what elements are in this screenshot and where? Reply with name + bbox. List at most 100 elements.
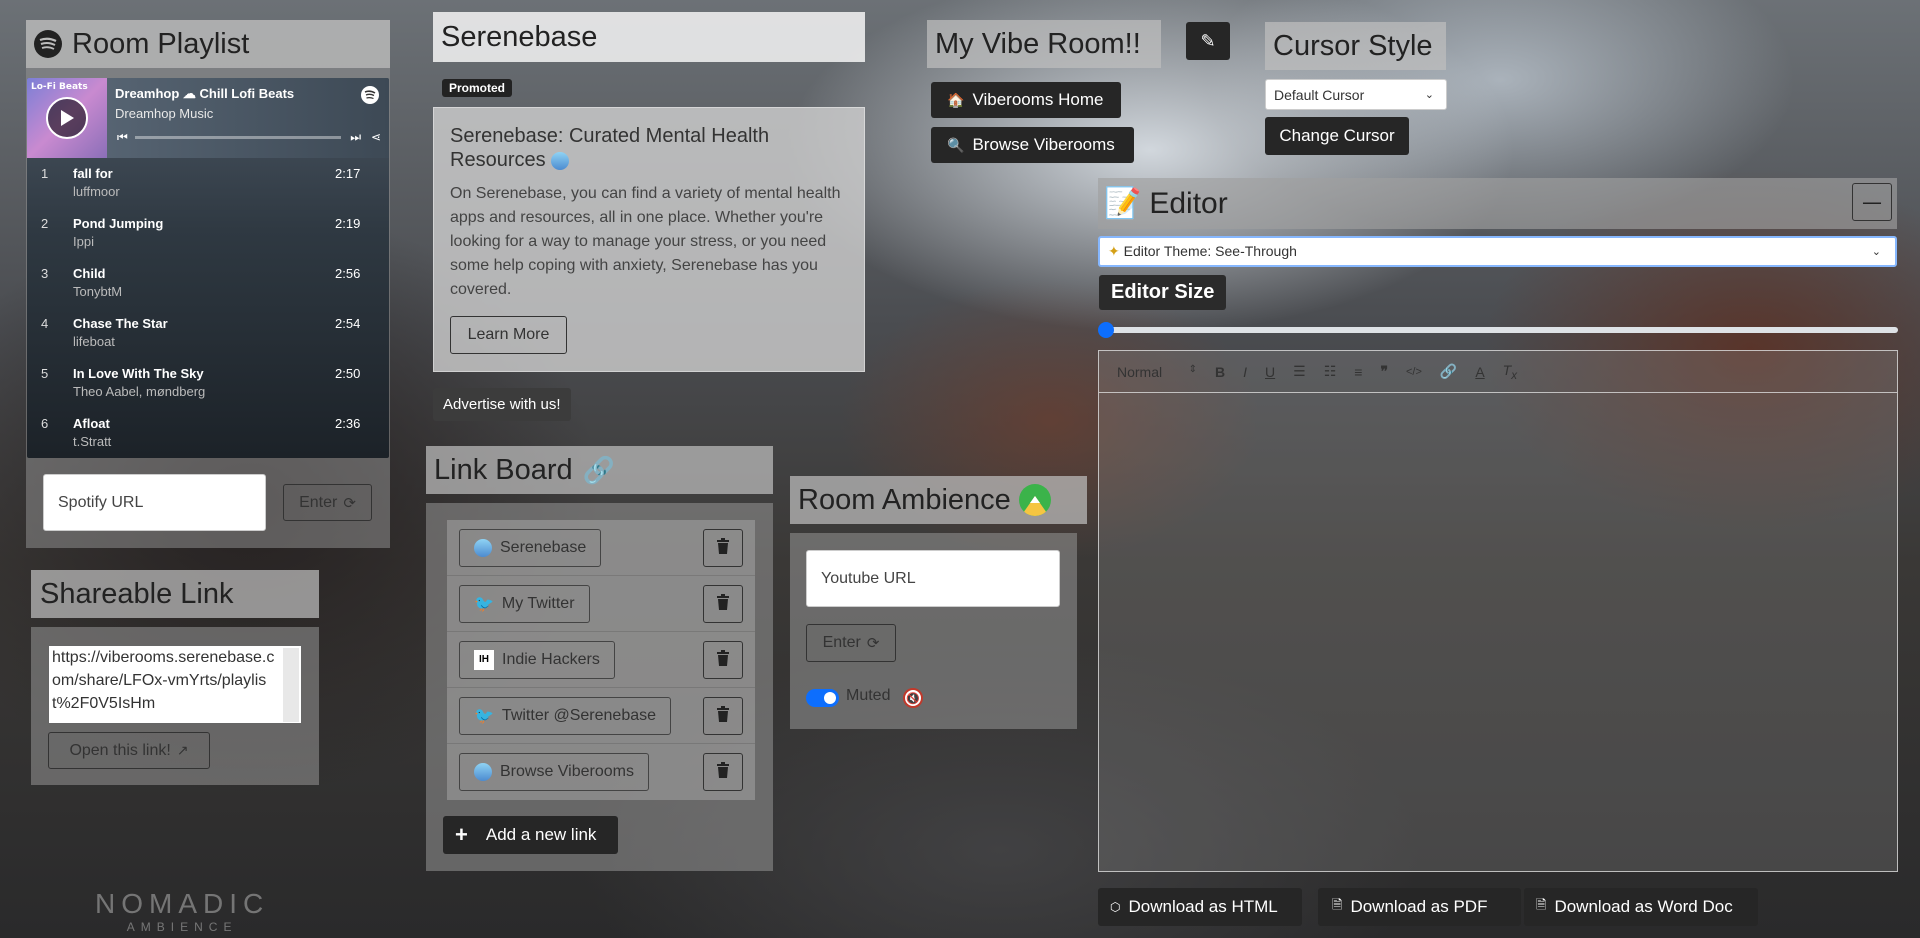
chevron-down-icon: ⌄ <box>1424 89 1434 101</box>
track-artist: TonybtM <box>73 284 123 299</box>
delete-link-button[interactable] <box>703 753 743 791</box>
pdf-file-icon: 🗎 <box>1332 897 1343 912</box>
sparkle-icon: ✦ <box>1108 243 1120 259</box>
code-icon[interactable]: </> <box>1406 366 1422 378</box>
minimize-editor-button[interactable]: — <box>1852 183 1892 221</box>
track-artist: Ippi <box>73 234 94 249</box>
muted-speaker-icon: 🔇 <box>903 688 923 708</box>
spotify-url-input[interactable]: Spotify URL <box>43 474 266 531</box>
house-icon: 🏠 <box>947 91 965 108</box>
play-button[interactable] <box>46 97 88 139</box>
format-select[interactable]: Normal ⇕ <box>1117 364 1197 380</box>
textarea-scrollbar[interactable] <box>283 648 299 722</box>
track-number: 1 <box>41 166 49 181</box>
learn-more-button[interactable]: Learn More <box>450 316 567 354</box>
italic-icon[interactable]: I <box>1243 364 1247 380</box>
cursor-select[interactable]: Default Cursor ⌄ <box>1265 79 1447 110</box>
advertise-button[interactable]: Advertise with us! <box>433 388 571 421</box>
youtube-enter-button[interactable]: Enter ⟳ <box>806 624 896 662</box>
open-link-button[interactable]: Open this link! ↗ <box>48 732 210 769</box>
browse-viberooms-button[interactable]: 🔍 Browse Viberooms <box>931 127 1134 163</box>
next-icon[interactable]: ⏭ <box>350 130 361 145</box>
ordered-list-icon[interactable]: ☰ <box>1293 363 1306 380</box>
underline-icon[interactable]: U <box>1265 364 1275 380</box>
edit-square-icon: 📝 <box>1104 187 1142 220</box>
trash-icon <box>716 593 730 614</box>
share-icon[interactable]: ⋖ <box>371 130 381 144</box>
viberooms-home-button[interactable]: 🏠 Viberooms Home <box>931 82 1121 118</box>
change-cursor-label: Change Cursor <box>1279 126 1395 145</box>
watermark-line1: NOMADIC <box>95 888 270 919</box>
list-item[interactable]: 3 Child TonybtM 2:56 <box>27 258 389 308</box>
list-item[interactable]: 4 Chase The Star lifeboat 2:54 <box>27 308 389 358</box>
bold-icon[interactable]: B <box>1215 364 1225 380</box>
track-artist: Theo Aabel, møndberg <box>73 384 206 399</box>
editor-theme-select[interactable]: ✦ Editor Theme: See-Through ⌄ <box>1098 236 1897 267</box>
trash-icon <box>716 705 730 726</box>
change-cursor-button[interactable]: Change Cursor <box>1265 117 1409 155</box>
link-button[interactable]: Serenebase <box>459 528 602 567</box>
download-pdf-label: Download as PDF <box>1350 897 1488 916</box>
format-value: Normal <box>1117 363 1163 380</box>
ambience-title: Room Ambience <box>798 483 1011 516</box>
mute-toggle[interactable] <box>806 689 839 707</box>
link-icon[interactable]: 🔗 <box>1440 363 1457 380</box>
link-button[interactable]: IH Indie Hackers <box>459 640 615 679</box>
bullet-list-icon[interactable]: ☷ <box>1324 363 1337 380</box>
track-info: Pond Jumping Ippi <box>73 208 335 258</box>
track-duration: 2:19 <box>335 216 361 231</box>
list-item[interactable]: 6 Afloat t.Stratt 2:36 <box>27 408 389 458</box>
track-list: 1 fall for luffmoor 2:17 2 Pond Jumping Ip… <box>27 158 389 458</box>
shareable-url-textarea[interactable]: https://viberooms.serenebase.com/share/L… <box>48 645 302 724</box>
clear-format-icon[interactable]: Tx <box>1503 362 1517 382</box>
track-duration: 2:36 <box>335 416 361 431</box>
updown-icon: ⇕ <box>1188 363 1197 375</box>
delete-link-button[interactable] <box>703 584 743 623</box>
editor-toolbar: Normal ⇕ B I U ☰ ☷ ≡ ❞ </> 🔗 A Tx <box>1099 351 1897 393</box>
blockquote-icon[interactable]: ❞ <box>1380 363 1388 380</box>
serenebase-icon <box>474 538 492 557</box>
text-color-icon[interactable]: A <box>1475 364 1484 380</box>
download-word-button[interactable]: 🗎 Download as Word Doc <box>1524 888 1758 926</box>
editor-content[interactable] <box>1099 393 1897 871</box>
youtube-url-input[interactable]: Youtube URL <box>806 550 1060 607</box>
list-item[interactable]: 2 Pond Jumping Ippi 2:19 <box>27 208 389 258</box>
editor-size-slider[interactable] <box>1098 322 1898 338</box>
twitter-icon: 🐦 <box>474 595 494 613</box>
progress-bar[interactable] <box>135 136 341 139</box>
align-icon[interactable]: ≡ <box>1354 364 1362 380</box>
track-duration: 2:50 <box>335 366 361 381</box>
edit-room-button[interactable]: ✎ <box>1186 22 1230 60</box>
link-button[interactable]: 🐦 My Twitter <box>459 584 590 623</box>
delete-link-button[interactable] <box>703 640 743 679</box>
previous-icon[interactable]: ⏮ <box>117 130 128 145</box>
slider-thumb[interactable] <box>1098 322 1114 338</box>
track-number: 3 <box>41 266 49 281</box>
link-button[interactable]: 🐦 Twitter @Serenebase <box>459 696 672 735</box>
cursor-title: Cursor Style <box>1273 29 1433 62</box>
track-info: In Love With The Sky Theo Aabel, møndberg <box>73 358 335 408</box>
link-label: Browse Viberooms <box>500 763 634 780</box>
download-html-button[interactable]: ⬡ Download as HTML <box>1098 888 1302 926</box>
delete-link-button[interactable] <box>703 528 743 567</box>
link-row: IH Indie Hackers <box>447 632 755 688</box>
link-row: 🐦 Twitter @Serenebase <box>447 688 755 744</box>
link-label: Serenebase <box>500 538 587 556</box>
link-button[interactable]: Browse Viberooms <box>459 753 649 791</box>
list-item[interactable]: 5 In Love With The Sky Theo Aabel, møndbe… <box>27 358 389 408</box>
spotify-enter-button[interactable]: Enter ⟳ <box>283 484 372 521</box>
mountain-icon <box>1018 484 1051 516</box>
spotify-embed[interactable]: Lo-Fi Beats Dreamhop ☁ Chill Lofi Beats … <box>27 78 389 458</box>
list-item[interactable]: 1 fall for luffmoor 2:17 <box>27 158 389 208</box>
editor-theme-value: ✦ Editor Theme: See-Through <box>1108 243 1297 260</box>
add-link-button[interactable]: + Add a new link <box>443 816 618 854</box>
room-title-box: My Vibe Room!! <box>927 20 1161 68</box>
indie-hackers-icon: IH <box>474 649 494 670</box>
track-title: In Love With The Sky <box>73 366 204 381</box>
download-pdf-button[interactable]: 🗎 Download as PDF <box>1318 888 1521 926</box>
spotify-logo-icon <box>361 86 379 104</box>
track-number: 2 <box>41 216 49 231</box>
delete-link-button[interactable] <box>703 696 743 735</box>
trash-icon <box>716 649 730 670</box>
html5-icon: ⬡ <box>1110 900 1121 914</box>
